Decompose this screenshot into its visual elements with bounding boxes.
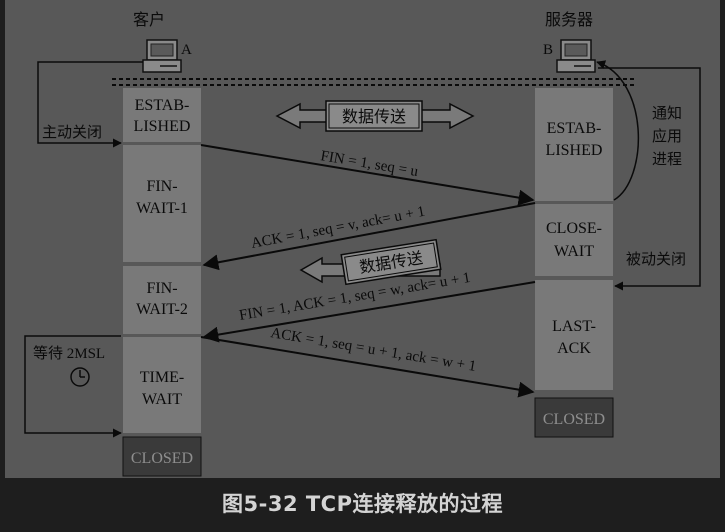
svg-text:CLOSE-: CLOSE- <box>546 220 602 237</box>
client-state-fin-wait-2: FIN- WAIT-2 <box>123 266 201 334</box>
passive-close-label: 被动关闭 <box>626 251 686 268</box>
computer-icon <box>556 39 596 73</box>
svg-text:ACK: ACK <box>557 340 591 357</box>
svg-text:ESTAB-: ESTAB- <box>135 97 190 114</box>
svg-text:LISHED: LISHED <box>546 142 603 159</box>
svg-text:TIME-: TIME- <box>140 369 184 386</box>
client-label: 客户 <box>133 11 165 29</box>
server-label: 服务器 <box>545 11 593 29</box>
client-state-closed: CLOSED <box>122 436 202 477</box>
notify-app-label-3: 进程 <box>652 151 682 168</box>
server-letter: B <box>543 42 553 58</box>
svg-text:WAIT-2: WAIT-2 <box>136 301 188 318</box>
client-state-fin-wait-1: FIN- WAIT-1 <box>123 145 201 262</box>
svg-text:WAIT-1: WAIT-1 <box>136 200 188 217</box>
client-letter: A <box>181 42 192 58</box>
wait-2msl-label: 等待 2MSL <box>33 344 105 362</box>
svg-text:CLOSED: CLOSED <box>543 411 605 428</box>
svg-text:ESTAB-: ESTAB- <box>547 120 602 137</box>
svg-text:LISHED: LISHED <box>134 118 191 135</box>
notify-app-label-2: 应用 <box>652 127 682 145</box>
server-state-last-ack: LAST- ACK <box>535 280 613 390</box>
notify-app-label-1: 通知 <box>652 105 682 122</box>
svg-text:FIN-: FIN- <box>146 178 177 195</box>
figure-caption: 图5-32 TCP连接释放的过程 <box>222 492 503 516</box>
client-state-established: ESTAB- LISHED <box>123 88 201 142</box>
svg-text:WAIT: WAIT <box>554 243 594 260</box>
client-state-time-wait: TIME- WAIT <box>123 337 201 433</box>
svg-text:LAST-: LAST- <box>552 318 596 335</box>
server-state-established: ESTAB- LISHED <box>535 88 613 201</box>
svg-text:WAIT: WAIT <box>142 391 182 408</box>
server-state-closed: CLOSED <box>534 397 614 438</box>
server-state-close-wait: CLOSE- WAIT <box>535 204 613 276</box>
svg-text:FIN-: FIN- <box>146 280 177 297</box>
data-transfer-label-1: 数据传送 <box>342 108 406 126</box>
computer-icon <box>142 39 182 73</box>
svg-text:CLOSED: CLOSED <box>131 450 193 467</box>
active-close-label: 主动关闭 <box>42 124 102 141</box>
